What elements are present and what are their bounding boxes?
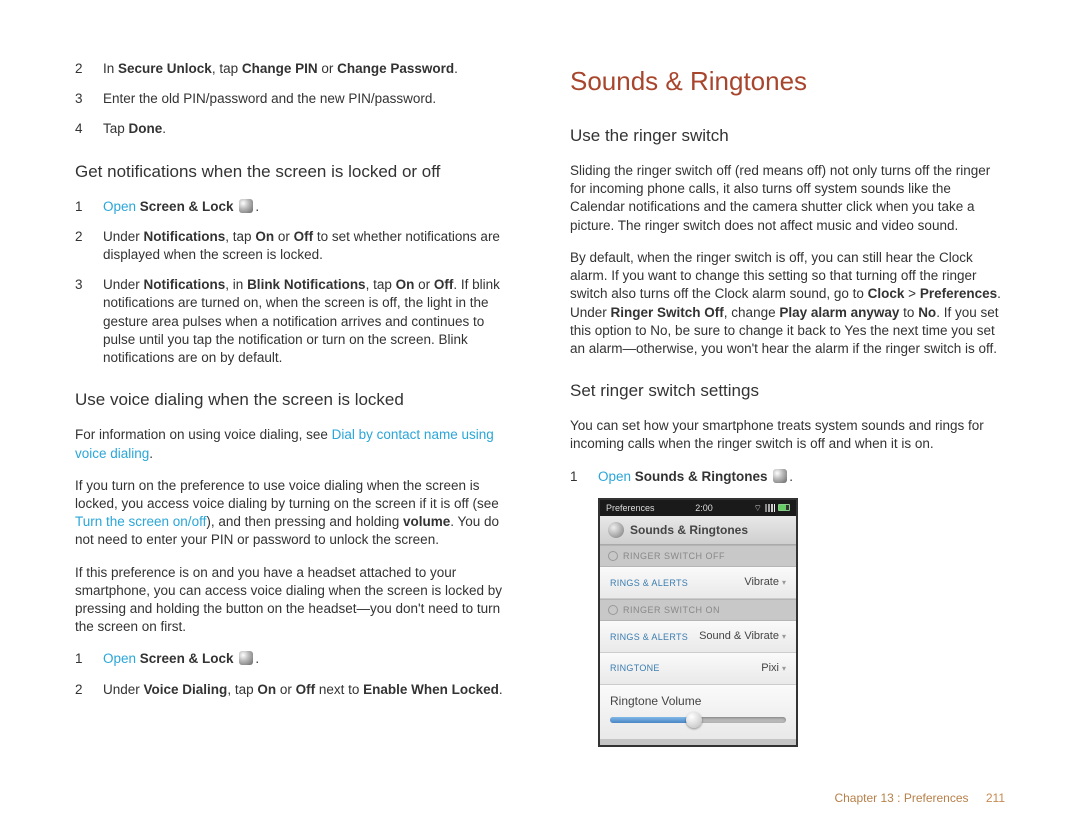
step-number: 3 bbox=[75, 90, 103, 108]
speaker-off-icon bbox=[608, 551, 618, 561]
chevron-down-icon: ▾ bbox=[782, 632, 786, 641]
step-text: In Secure Unlock, tap Change PIN or Chan… bbox=[103, 60, 510, 78]
section-title: Sounds & Ringtones bbox=[570, 64, 1005, 99]
step-number: 2 bbox=[75, 228, 103, 264]
heading-voice-dialing: Use voice dialing when the screen is loc… bbox=[75, 389, 510, 412]
signal-icon bbox=[765, 504, 775, 512]
row-rings-alerts-off[interactable]: RINGS & ALERTS Vibrate▾ bbox=[600, 567, 796, 599]
step-text: Tap Done. bbox=[103, 120, 510, 138]
heading-notifications: Get notifications when the screen is loc… bbox=[75, 161, 510, 184]
row-ringtone[interactable]: RINGTONE Pixi▾ bbox=[600, 653, 796, 685]
slider-thumb[interactable] bbox=[686, 712, 702, 728]
step-4: 4 Tap Done. bbox=[75, 120, 510, 138]
voice-para-3: If this preference is on and you have a … bbox=[75, 564, 510, 637]
step-number: 1 bbox=[75, 650, 103, 668]
volume-slider[interactable] bbox=[610, 717, 786, 723]
phone-screenshot: Preferences 2:00 ⌔ Sounds & Ringtones RI… bbox=[598, 498, 798, 747]
notif-step-3: 3 Under Notifications, in Blink Notifica… bbox=[75, 276, 510, 367]
voice-step-1: 1 Open Screen & Lock . bbox=[75, 650, 510, 668]
sounds-ringtones-icon bbox=[773, 469, 787, 483]
voice-para-2: If you turn on the preference to use voi… bbox=[75, 477, 510, 550]
voice-para-1: For information on using voice dialing, … bbox=[75, 426, 510, 462]
screen-lock-icon bbox=[239, 199, 253, 213]
status-icons: ⌔ bbox=[754, 502, 790, 514]
wifi-icon: ⌔ bbox=[754, 502, 762, 514]
open-link[interactable]: Open bbox=[103, 199, 140, 214]
step-number: 1 bbox=[75, 198, 103, 216]
sounds-step-1: 1 Open Sounds & Ringtones . bbox=[570, 468, 1005, 486]
speaker-on-icon bbox=[608, 605, 618, 615]
step-text: Under Notifications, tap On or Off to se… bbox=[103, 228, 510, 264]
section-ringer-on: RINGER SWITCH ON bbox=[600, 599, 796, 621]
voice-step-2: 2 Under Voice Dialing, tap On or Off nex… bbox=[75, 681, 510, 699]
page-columns: 2 In Secure Unlock, tap Change PIN or Ch… bbox=[75, 60, 1005, 747]
section-ringer-off: RINGER SWITCH OFF bbox=[600, 545, 796, 567]
row-rings-alerts-on[interactable]: RINGS & ALERTS Sound & Vibrate▾ bbox=[600, 621, 796, 653]
step-number: 1 bbox=[570, 468, 598, 486]
row-ringtone-volume: Ringtone Volume bbox=[600, 685, 796, 739]
step-number: 2 bbox=[75, 60, 103, 78]
step-text: Open Screen & Lock . bbox=[103, 198, 510, 216]
step-number: 2 bbox=[75, 681, 103, 699]
screen-lock-icon bbox=[239, 651, 253, 665]
step-text: Enter the old PIN/password and the new P… bbox=[103, 90, 510, 108]
step-text: Open Screen & Lock . bbox=[103, 650, 510, 668]
ringer-para-1: Sliding the ringer switch off (red means… bbox=[570, 162, 1005, 235]
chevron-down-icon: ▾ bbox=[782, 664, 786, 673]
battery-icon bbox=[778, 504, 790, 511]
chapter-label: Chapter 13 : Preferences bbox=[834, 791, 968, 805]
status-bar: Preferences 2:00 ⌔ bbox=[600, 500, 796, 516]
page-number: 211 bbox=[986, 791, 1005, 805]
step-3: 3 Enter the old PIN/password and the new… bbox=[75, 90, 510, 108]
link-turn-screen[interactable]: Turn the screen on/off bbox=[75, 514, 206, 529]
sounds-header-icon bbox=[608, 522, 624, 538]
heading-set-ringer: Set ringer switch settings bbox=[570, 380, 1005, 403]
step-text: Under Notifications, in Blink Notificati… bbox=[103, 276, 510, 367]
step-number: 3 bbox=[75, 276, 103, 367]
status-app-menu: Preferences bbox=[606, 502, 655, 514]
page-footer: Chapter 13 : Preferences 211 bbox=[834, 790, 1005, 806]
status-time: 2:00 bbox=[695, 502, 713, 514]
ringer-para-2: By default, when the ringer switch is of… bbox=[570, 249, 1005, 358]
step-text: Open Sounds & Ringtones . bbox=[598, 468, 1005, 486]
heading-ringer-switch: Use the ringer switch bbox=[570, 125, 1005, 148]
step-text: Under Voice Dialing, tap On or Off next … bbox=[103, 681, 510, 699]
step-number: 4 bbox=[75, 120, 103, 138]
notif-step-2: 2 Under Notifications, tap On or Off to … bbox=[75, 228, 510, 264]
open-link[interactable]: Open bbox=[103, 651, 140, 666]
set-ringer-para: You can set how your smartphone treats s… bbox=[570, 417, 1005, 453]
chevron-down-icon: ▾ bbox=[782, 578, 786, 587]
open-link[interactable]: Open bbox=[598, 469, 635, 484]
left-column: 2 In Secure Unlock, tap Change PIN or Ch… bbox=[75, 60, 510, 747]
right-column: Sounds & Ringtones Use the ringer switch… bbox=[570, 60, 1005, 747]
screen-header: Sounds & Ringtones bbox=[600, 516, 796, 545]
step-2: 2 In Secure Unlock, tap Change PIN or Ch… bbox=[75, 60, 510, 78]
notif-step-1: 1 Open Screen & Lock . bbox=[75, 198, 510, 216]
